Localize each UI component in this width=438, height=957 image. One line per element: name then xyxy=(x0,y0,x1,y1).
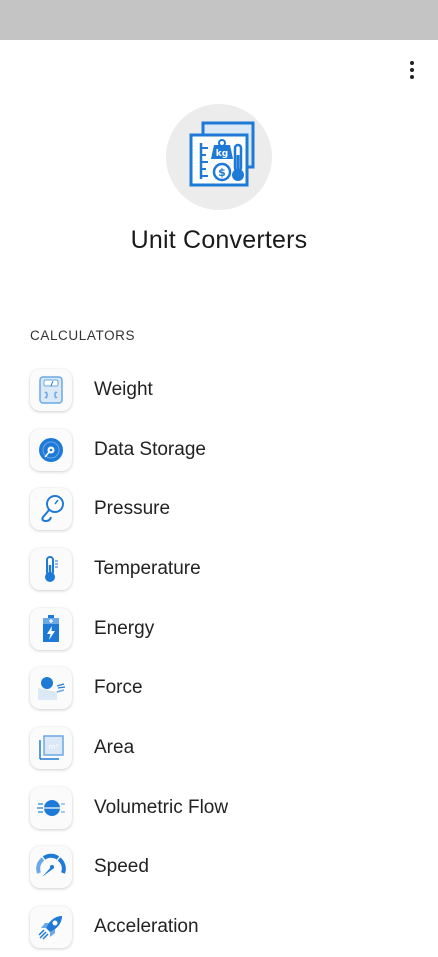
calculator-tile xyxy=(30,846,72,889)
calculator-item-weight[interactable]: Weight xyxy=(0,360,438,420)
speedometer-icon xyxy=(36,854,66,878)
unit-converter-logo-icon: kg $ xyxy=(189,121,255,187)
calculator-item-data-storage[interactable]: Data Storage xyxy=(0,420,438,480)
app-logo: kg $ xyxy=(166,104,272,210)
volumetric-flow-icon xyxy=(37,799,65,816)
svg-text:$: $ xyxy=(218,166,226,179)
section-header-calculators: CALCULATORS xyxy=(30,328,136,343)
calculator-tile xyxy=(30,667,72,710)
calculator-label: Force xyxy=(94,677,143,699)
calculator-item-area[interactable]: m² Area xyxy=(0,718,438,778)
calculator-label: Pressure xyxy=(94,498,171,520)
calculator-tile xyxy=(30,786,72,829)
battery-bolt-icon xyxy=(43,614,59,642)
calculator-label: Speed xyxy=(94,856,149,878)
area-m2-text: m² xyxy=(49,743,59,751)
calculator-tile xyxy=(30,607,72,650)
calculator-item-pressure[interactable]: Pressure xyxy=(0,479,438,539)
calculator-list: Weight Data Storage Pressure Temperature… xyxy=(0,360,438,957)
calculator-tile xyxy=(30,428,72,471)
rocket-icon xyxy=(38,916,62,940)
calculator-label: Acceleration xyxy=(94,916,199,938)
calculator-label: Weight xyxy=(94,378,153,400)
calculator-label: Data Storage xyxy=(94,438,206,460)
calculator-tile: m² xyxy=(30,726,72,769)
calculator-item-volumetric-flow[interactable]: Volumetric Flow xyxy=(0,778,438,838)
weight-scale-icon xyxy=(39,376,63,404)
status-bar xyxy=(0,0,438,40)
calculator-item-temperature[interactable]: Temperature xyxy=(0,539,438,599)
more-vert-icon[interactable] xyxy=(400,56,424,84)
area-icon: m² xyxy=(39,735,64,760)
calculator-tile xyxy=(30,368,72,411)
calculator-item-force[interactable]: Force xyxy=(0,658,438,718)
calculator-tile xyxy=(30,906,72,949)
calculator-item-energy[interactable]: Energy xyxy=(0,599,438,659)
calculator-label: Temperature xyxy=(94,557,201,579)
calculator-label: Volumetric Flow xyxy=(94,796,229,818)
disc-icon xyxy=(39,437,63,462)
calculator-label: Energy xyxy=(94,617,155,639)
thermometer-icon xyxy=(45,555,58,582)
calculator-label: Area xyxy=(94,736,135,758)
calculator-item-speed[interactable]: Speed xyxy=(0,838,438,898)
calculator-item-acceleration[interactable]: Acceleration xyxy=(0,897,438,957)
calculator-tile xyxy=(30,547,72,590)
force-icon xyxy=(38,677,66,701)
calculator-tile xyxy=(30,488,72,531)
logo-kg-text: kg xyxy=(216,149,228,159)
pressure-gauge-icon xyxy=(41,495,64,523)
app-title: Unit Converters xyxy=(130,226,308,254)
